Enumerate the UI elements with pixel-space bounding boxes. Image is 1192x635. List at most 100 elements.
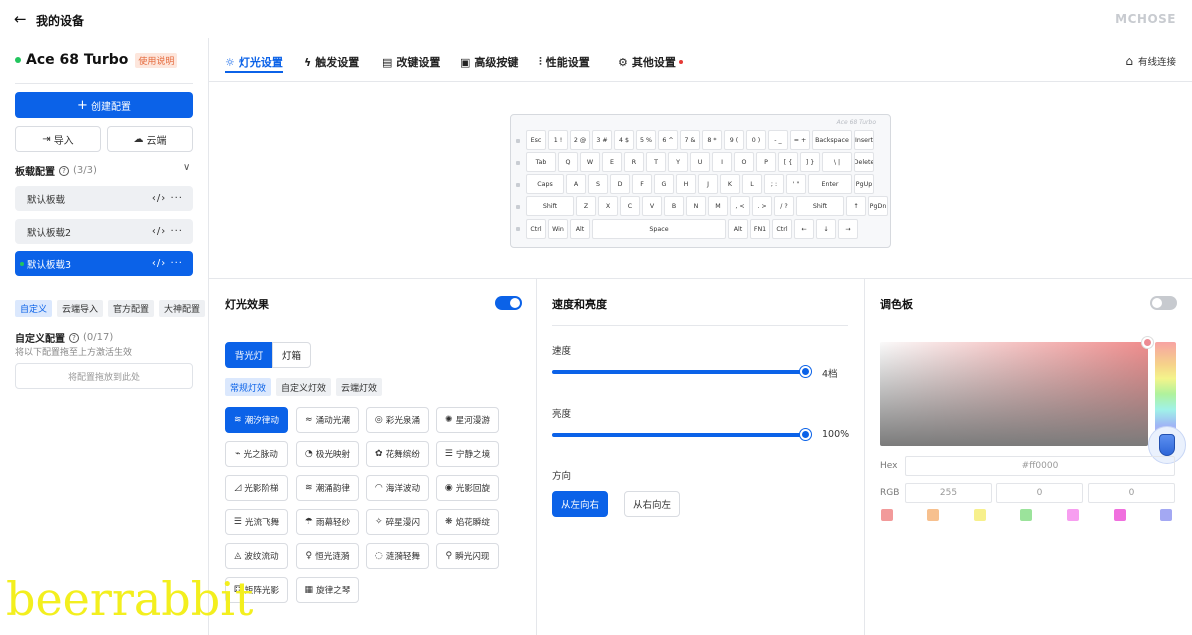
color-swatch[interactable] (1020, 509, 1032, 521)
effect-button[interactable]: ≋ 潮涌韵律 (296, 475, 359, 501)
keyboard-key[interactable]: Alt (728, 219, 748, 239)
keyboard-key[interactable]: 3 # (592, 130, 612, 150)
tab-trigger[interactable]: ϟ 触发设置 (304, 54, 359, 70)
keyboard-key[interactable]: Enter (808, 174, 852, 194)
keyboard-key[interactable]: R (624, 152, 644, 172)
keyboard-key[interactable]: N (686, 196, 706, 216)
keyboard-key[interactable]: V (642, 196, 662, 216)
keyboard-key[interactable]: O (734, 152, 754, 172)
keyboard-key[interactable]: ← (794, 219, 814, 239)
keyboard-key[interactable]: 7 & (680, 130, 700, 150)
lighting-toggle[interactable] (495, 296, 522, 310)
profile-actions-icon[interactable]: ‹/› ··· (152, 258, 183, 269)
profile-drop-zone[interactable]: 将配置拖放到此处 (15, 363, 193, 389)
effect-button[interactable]: ▦ 旋律之琴 (296, 577, 359, 603)
rgb-b-input[interactable]: 0 (1088, 483, 1175, 503)
keyboard-key[interactable]: D (610, 174, 630, 194)
color-swatch[interactable] (1114, 509, 1126, 521)
effect-button[interactable]: ◿ 光影阶梯 (225, 475, 288, 501)
keyboard-key[interactable]: Esc (526, 130, 546, 150)
tab-performance[interactable]: ⫶ 性能设置 (539, 54, 590, 70)
keyboard-key[interactable]: 2 @ (570, 130, 590, 150)
profile-item[interactable]: 默认板载2 ‹/› ··· (15, 219, 193, 244)
color-field-handle[interactable] (1142, 337, 1153, 348)
keyboard-key[interactable]: PgUp (854, 174, 874, 194)
keyboard-key[interactable]: A (566, 174, 586, 194)
color-swatch[interactable] (1067, 509, 1079, 521)
keyboard-key[interactable]: Q (558, 152, 578, 172)
tab-standard-effects[interactable]: 常规灯效 (225, 378, 272, 396)
effect-button[interactable]: ✿ 花舞缤纷 (366, 441, 429, 467)
tab-lighting[interactable]: ☼ 灯光设置 (225, 54, 283, 70)
keyboard-key[interactable]: W (580, 152, 600, 172)
keyboard-key[interactable]: = + (790, 130, 810, 150)
cloud-button[interactable]: ☁ 云端 (107, 126, 193, 152)
effect-button[interactable]: ☰ 宁静之境 (436, 441, 499, 467)
keyboard-key[interactable]: F (632, 174, 652, 194)
keyboard-key[interactable]: \ | (822, 152, 852, 172)
keyboard-key[interactable]: Backspace (812, 130, 852, 150)
palette-toggle[interactable] (1150, 296, 1177, 310)
keyboard-key[interactable]: J (698, 174, 718, 194)
keyboard-key[interactable]: 6 ^ (658, 130, 678, 150)
keyboard-key[interactable]: Caps (526, 174, 564, 194)
rgb-g-input[interactable]: 0 (996, 483, 1083, 503)
effect-button[interactable]: ◔ 极光映射 (296, 441, 359, 467)
keyboard-key[interactable]: K (720, 174, 740, 194)
color-swatch[interactable] (974, 509, 986, 521)
effect-button[interactable]: ⚲ 瞬光闪现 (436, 543, 499, 569)
keyboard-key[interactable]: L (742, 174, 762, 194)
keyboard-key[interactable]: X (598, 196, 618, 216)
keyboard-key[interactable]: Ctrl (772, 219, 792, 239)
keyboard-key[interactable]: 9 ( (724, 130, 744, 150)
keyboard-key[interactable]: ; : (764, 174, 784, 194)
keyboard-key[interactable]: M (708, 196, 728, 216)
keyboard-key[interactable]: ] } (800, 152, 820, 172)
effect-button[interactable]: ☰ 光流飞舞 (225, 509, 288, 535)
keyboard-key[interactable]: T (646, 152, 666, 172)
effect-button[interactable]: ⌁ 光之脉动 (225, 441, 288, 467)
effect-button[interactable]: ◠ 海洋波动 (366, 475, 429, 501)
tab-custom-effects[interactable]: 自定义灯效 (276, 378, 332, 396)
manual-badge[interactable]: 使用说明 (135, 52, 178, 68)
tab-advanced-keys[interactable]: ▣ 高级按键 (460, 54, 518, 70)
keyboard-key[interactable]: 4 $ (614, 130, 634, 150)
hex-input[interactable]: #ff0000 (905, 456, 1175, 476)
effect-button[interactable]: ◉ 光影回旋 (436, 475, 499, 501)
tab-cloud-effects[interactable]: 云端灯效 (336, 378, 383, 396)
color-saturation-field[interactable] (880, 342, 1148, 446)
rgb-r-input[interactable]: 255 (905, 483, 992, 503)
keyboard-key[interactable]: ' " (786, 174, 806, 194)
segment-lightbox[interactable]: 灯箱 (272, 342, 311, 368)
keyboard-key[interactable]: - _ (768, 130, 788, 150)
keyboard-key[interactable]: [ { (778, 152, 798, 172)
help-icon[interactable]: ? (69, 332, 79, 343)
keyboard-key[interactable]: Alt (570, 219, 590, 239)
keyboard-key[interactable]: Y (668, 152, 688, 172)
keyboard-key[interactable]: PgDn (868, 196, 888, 216)
direction-left-to-right[interactable]: 从左向右 (552, 491, 608, 517)
keyboard-key[interactable]: Space (592, 219, 726, 239)
keyboard-key[interactable]: Z (576, 196, 596, 216)
arrow-left-icon[interactable]: ← (14, 10, 27, 28)
keyboard-key[interactable]: H (676, 174, 696, 194)
tab-official[interactable]: 官方配置 (108, 300, 155, 317)
keyboard-key[interactable]: I (712, 152, 732, 172)
keyboard-key[interactable]: Win (548, 219, 568, 239)
keyboard-key[interactable]: . > (752, 196, 772, 216)
effect-button[interactable]: ◌ 涟漪轻舞 (366, 543, 429, 569)
color-swatch[interactable] (927, 509, 939, 521)
effect-button[interactable]: ≈ 涌动光潮 (296, 407, 359, 433)
keyboard-key[interactable]: B (664, 196, 684, 216)
tab-custom[interactable]: 自定义 (15, 300, 53, 317)
brightness-slider-handle[interactable] (800, 429, 811, 440)
speed-slider-handle[interactable] (800, 366, 811, 377)
keyboard-key[interactable]: C (620, 196, 640, 216)
keyboard-key[interactable]: Delete (854, 152, 874, 172)
effect-button[interactable]: ◎ 彩光泉涌 (366, 407, 429, 433)
speed-slider[interactable] (552, 370, 806, 374)
color-swatch[interactable] (881, 509, 893, 521)
keyboard-key[interactable]: Ctrl (526, 219, 546, 239)
keyboard-key[interactable]: 5 % (636, 130, 656, 150)
profile-actions-icon[interactable]: ‹/› ··· (152, 226, 183, 237)
